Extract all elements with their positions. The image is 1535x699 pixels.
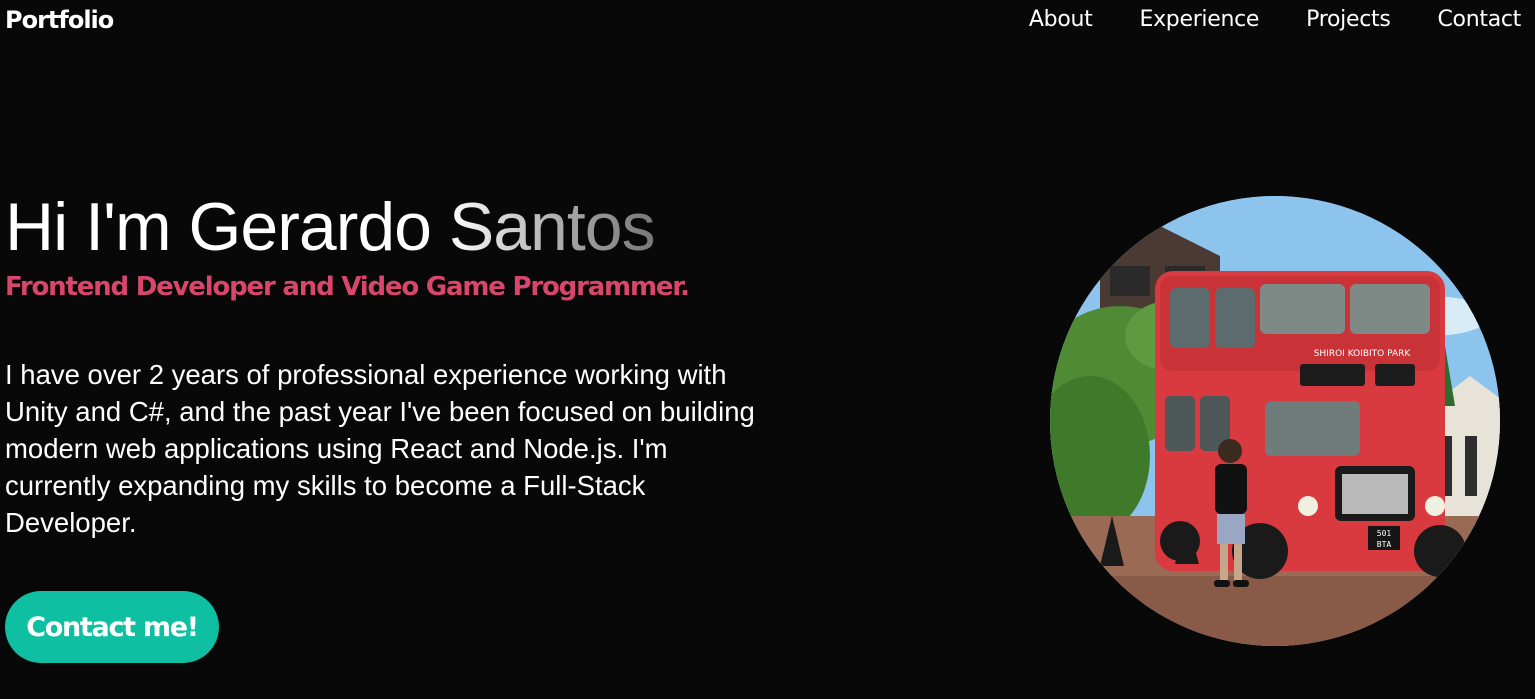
plate-bottom: BTA (1377, 540, 1392, 549)
top-nav: Portfolio About Experience Projects Cont… (0, 0, 1535, 44)
hero-description: I have over 2 years of professional expe… (5, 359, 755, 538)
hero-title: Hi I'm Gerardo Santos (5, 189, 656, 265)
nav-link-projects[interactable]: Projects (1306, 7, 1391, 32)
contact-me-button[interactable]: Contact me! (5, 591, 219, 663)
nav-links: About Experience Projects Contact (1029, 7, 1521, 32)
bus-sign: SHIROI KOIBITO PARK (1314, 349, 1412, 359)
nav-link-contact[interactable]: Contact (1438, 7, 1522, 32)
hero-subtitle: Frontend Developer and Video Game Progra… (5, 272, 690, 302)
profile-photo: SHIROI KOIBITO PARK 501 BTA (1050, 196, 1500, 646)
portfolio-page: Portfolio About Experience Projects Cont… (0, 0, 1535, 699)
plate-top: 501 (1377, 529, 1392, 538)
brand-logo[interactable]: Portfolio (5, 6, 114, 34)
bus-photo-illustration: SHIROI KOIBITO PARK 501 BTA (1050, 196, 1500, 646)
nav-link-about[interactable]: About (1029, 7, 1093, 32)
nav-link-experience[interactable]: Experience (1139, 7, 1259, 32)
